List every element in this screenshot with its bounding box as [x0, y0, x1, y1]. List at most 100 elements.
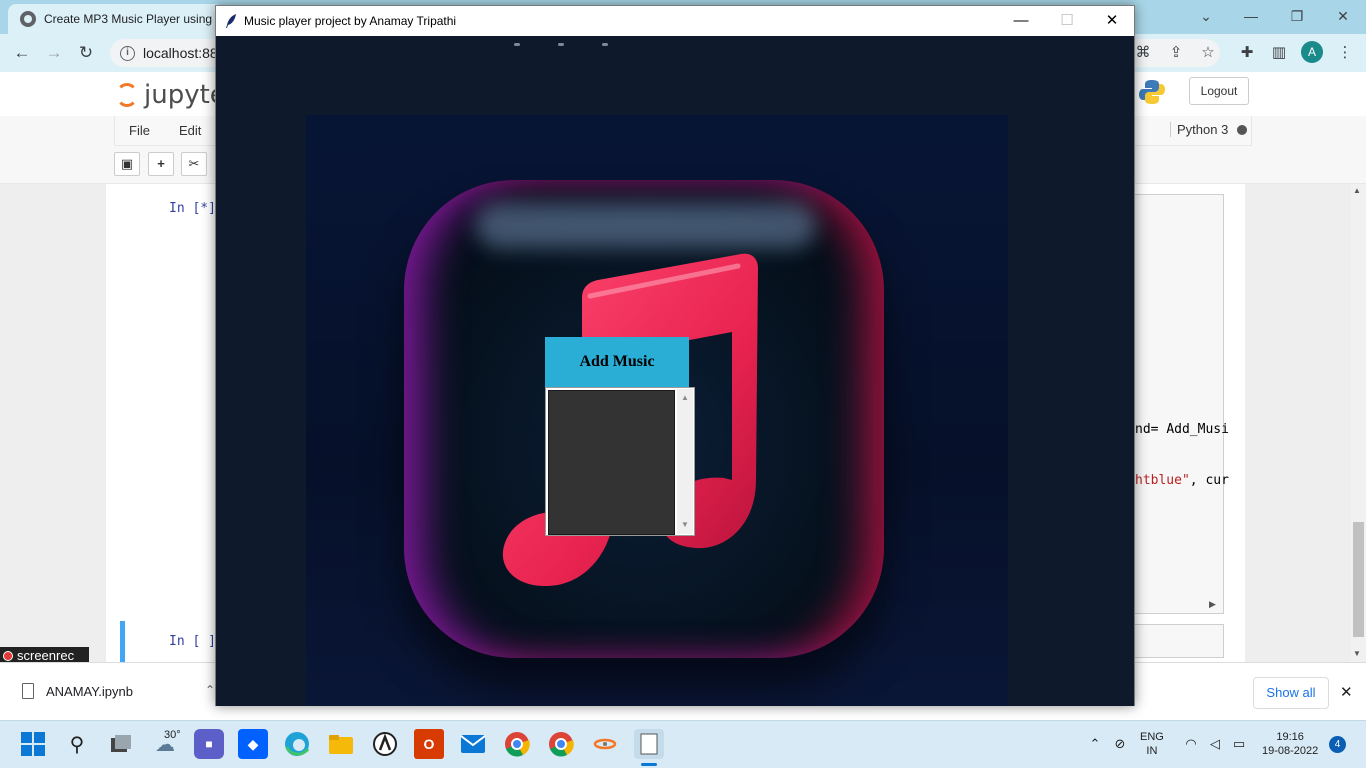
forward-icon[interactable]: → — [42, 41, 66, 65]
volume-icon[interactable]: ◁ — [1206, 735, 1224, 753]
code-line: nd= Add_Musi — [1135, 422, 1229, 437]
menu-edit[interactable]: Edit — [179, 123, 201, 138]
site-info-icon[interactable]: i — [120, 45, 135, 61]
notepad-icon[interactable] — [634, 729, 664, 759]
running-indicator — [602, 43, 608, 46]
browser-restore-button[interactable]: ❐ — [1287, 6, 1307, 26]
tab-favicon-icon — [20, 11, 36, 27]
scroll-up-icon[interactable]: ▲ — [1353, 186, 1361, 195]
chrome-icon[interactable] — [502, 729, 532, 759]
scroll-down-arrow-icon[interactable]: ▼ — [677, 518, 693, 532]
app-icon[interactable] — [370, 729, 400, 759]
window-titlebar[interactable]: Music player project by Anamay Tripathi … — [216, 6, 1134, 36]
scroll-down-icon[interactable]: ▼ — [1353, 649, 1361, 658]
playlist-frame: ▲ ▼ — [545, 387, 695, 536]
show-all-button[interactable]: Show all — [1253, 677, 1329, 709]
address-text: localhost:88 — [143, 45, 218, 61]
code-token: Add_Musi — [1166, 422, 1229, 437]
download-item[interactable]: ANAMAY.ipynb — [22, 683, 133, 699]
back-icon[interactable]: ← — [10, 41, 34, 65]
tab-search-icon[interactable]: ⌄ — [1196, 6, 1216, 26]
dropbox-icon[interactable]: ◆ — [238, 729, 268, 759]
menu-file[interactable]: File — [129, 123, 150, 138]
share-icon[interactable]: ⇪ — [1166, 43, 1186, 63]
browser-minimize-button[interactable]: — — [1241, 6, 1261, 26]
active-app-indicator — [641, 763, 657, 766]
side-panel-icon[interactable]: ▥ — [1269, 43, 1289, 63]
code-line: htblue", cur — [1135, 473, 1229, 488]
language-indicator[interactable]: ENG IN — [1140, 730, 1164, 758]
jupyter-logo-text: jupyte — [144, 80, 226, 110]
music-player-window: Music player project by Anamay Tripathi … — [215, 5, 1135, 706]
edge-icon[interactable] — [282, 729, 312, 759]
start-icon[interactable] — [18, 729, 48, 759]
python-logo-icon — [1139, 80, 1165, 104]
jupyter-icon[interactable] — [590, 729, 620, 759]
search-icon[interactable]: ⚲ — [62, 729, 92, 759]
bookmark-star-icon[interactable]: ☆ — [1198, 43, 1218, 63]
tk-feather-icon — [226, 14, 236, 28]
page-scroll-thumb[interactable] — [1353, 522, 1364, 637]
file-icon — [22, 683, 34, 699]
tab-title: Create MP3 Music Player using — [44, 12, 213, 26]
code-cell-input[interactable] — [1135, 624, 1224, 658]
kernel-name: Python 3 — [1170, 122, 1228, 137]
extensions-icon[interactable]: ✚ — [1237, 43, 1257, 63]
jupyter-logo-icon — [116, 83, 138, 107]
battery-icon[interactable]: ▭ — [1230, 735, 1248, 753]
code-scroll-right-icon[interactable]: ▶ — [1209, 599, 1216, 610]
taskbar-clock[interactable]: 19:16 19-08-2022 — [1262, 730, 1318, 758]
code-cell-input[interactable] — [1135, 194, 1224, 614]
browser-tab[interactable]: Create MP3 Music Player using — [8, 4, 223, 34]
cell-prompt: In [ ] — [169, 634, 216, 649]
browser-close-button[interactable]: ✕ — [1333, 6, 1353, 26]
scroll-up-arrow-icon[interactable]: ▲ — [677, 391, 693, 405]
close-button[interactable]: ✕ — [1089, 6, 1135, 36]
window-title: Music player project by Anamay Tripathi — [244, 14, 457, 28]
code-token: , cur — [1189, 473, 1229, 488]
tray-overflow-icon[interactable]: ⌃ — [1086, 735, 1104, 753]
code-token: nd= — [1135, 422, 1167, 437]
close-download-bar-button[interactable]: ✕ — [1340, 683, 1353, 701]
code-string: htblue" — [1135, 473, 1190, 488]
selected-cell-marker — [120, 621, 125, 662]
kernel-busy-indicator — [1237, 125, 1247, 135]
record-icon — [3, 650, 13, 661]
artwork-highlight — [476, 203, 816, 248]
office-icon[interactable]: O — [414, 729, 444, 759]
cut-icon[interactable]: ✂ — [181, 152, 207, 176]
task-view-icon[interactable] — [106, 729, 136, 759]
playlist-listbox[interactable] — [548, 390, 675, 535]
clock-time: 19:16 — [1276, 731, 1304, 743]
add-music-button[interactable]: Add Music — [545, 337, 689, 387]
language-line: ENG — [1140, 731, 1164, 743]
player-canvas: Add Music ▲ ▼ — [216, 36, 1134, 706]
notification-badge[interactable]: 4 — [1329, 736, 1346, 753]
zoom-icon[interactable]: ■ — [194, 729, 224, 759]
meet-now-icon[interactable]: ⊘ — [1111, 735, 1129, 753]
translate-icon[interactable]: ⌘ — [1133, 43, 1153, 63]
clock-date: 19-08-2022 — [1262, 745, 1319, 757]
download-file-name: ANAMAY.ipynb — [46, 683, 133, 699]
running-indicator — [558, 43, 564, 46]
wifi-icon[interactable]: ◠ — [1182, 735, 1200, 753]
logout-button[interactable]: Logout — [1189, 77, 1249, 105]
reload-icon[interactable]: ↻ — [74, 41, 98, 65]
save-icon[interactable]: ▣ — [114, 152, 140, 176]
file-explorer-icon[interactable] — [326, 729, 356, 759]
chrome-profile-icon[interactable] — [546, 729, 576, 759]
browser-menu-icon[interactable]: ⋮ — [1335, 43, 1355, 63]
screenrec-label: screenrec — [17, 648, 75, 663]
profile-avatar[interactable]: A — [1301, 41, 1323, 63]
insert-cell-icon[interactable]: + — [148, 152, 174, 176]
running-indicator — [514, 43, 520, 46]
maximize-button[interactable]: ☐ — [1044, 6, 1090, 36]
minimize-button[interactable]: — — [998, 6, 1044, 36]
jupyter-logo[interactable]: jupyte — [116, 80, 226, 110]
language-line: IN — [1146, 745, 1158, 757]
playlist-scrollbar[interactable]: ▲ ▼ — [677, 389, 693, 534]
download-options-icon[interactable]: ⌃ — [205, 683, 215, 697]
weather-temperature: 30° — [164, 729, 181, 741]
cell-prompt: In [*] — [169, 201, 216, 216]
mail-icon[interactable] — [458, 729, 488, 759]
